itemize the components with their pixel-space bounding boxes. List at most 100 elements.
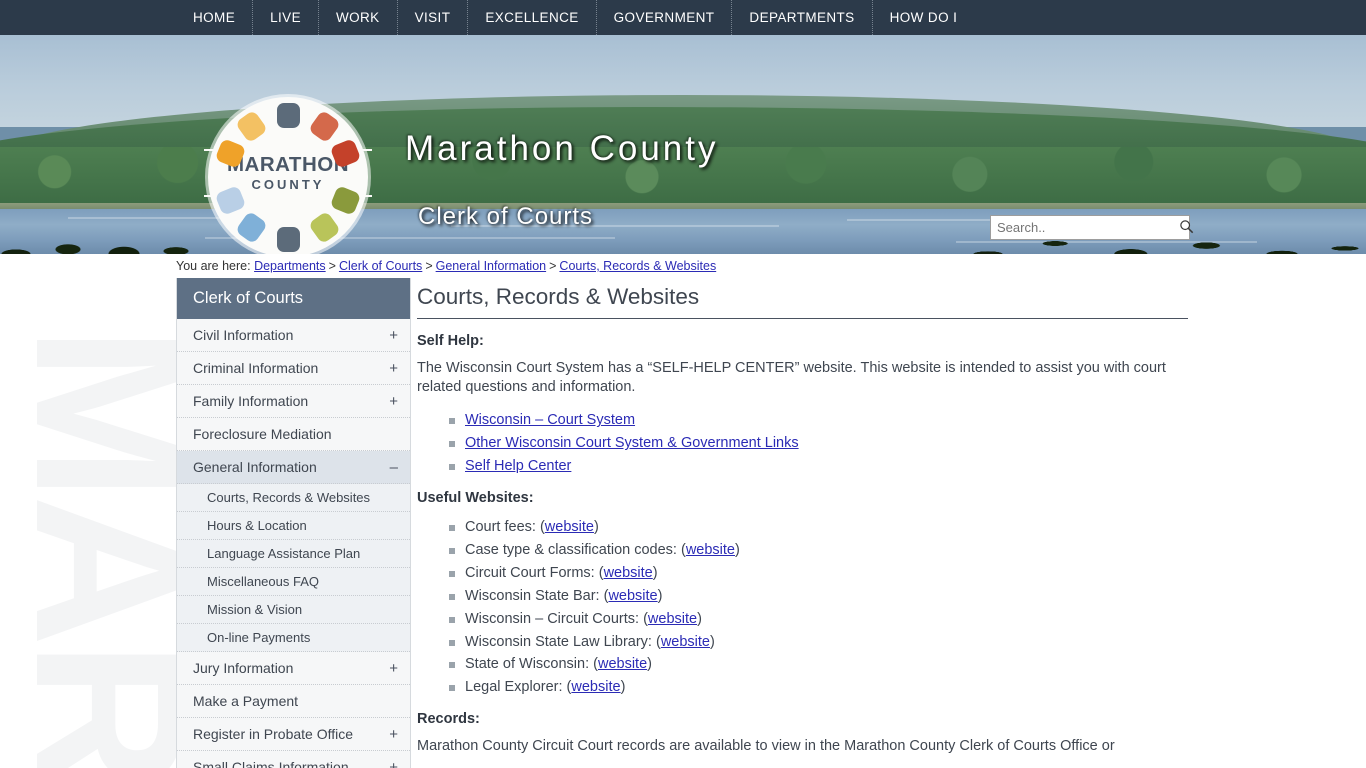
search-input[interactable]: [991, 216, 1179, 239]
list-item: State of Wisconsin: (website): [447, 653, 1192, 676]
logo-pip-5: [307, 210, 342, 245]
list-item: Circuit Court Forms: (website): [447, 562, 1192, 585]
list-item: Wisconsin – Circuit Courts: (website): [447, 608, 1192, 631]
useful-website-link-6[interactable]: website: [661, 634, 710, 650]
sidebar-subitem-on-line-payments[interactable]: On-line Payments: [177, 624, 410, 652]
top-navigation-bar: HOME LIVE WORK VISIT EXCELLENCE GOVERNMENT DEP…: [0, 0, 1366, 35]
sidebar-menu: Civil Information + Criminal Information + F…: [177, 319, 410, 768]
sidebar-item-label: Family Information: [193, 393, 309, 409]
useful-website-link-7[interactable]: website: [598, 656, 647, 672]
nav-item-work[interactable]: WORK: [319, 0, 398, 35]
sidebar-item-civil-information[interactable]: Civil Information +: [177, 319, 410, 352]
list-item: Wisconsin State Bar: (website): [447, 585, 1192, 608]
banner-title: Marathon County: [405, 129, 719, 168]
sidebar-item-criminal-information[interactable]: Criminal Information +: [177, 352, 410, 385]
useful-website-link-1[interactable]: website: [545, 519, 594, 535]
search-icon: [1179, 219, 1194, 237]
breadcrumb-prefix: You are here:: [176, 259, 255, 273]
sidebar-subitem-courts-records-websites[interactable]: Courts, Records & Websites: [177, 484, 410, 512]
useful-websites-list: Court fees: (website) Case type & classif…: [417, 516, 1192, 699]
sidebar-item-jury-information[interactable]: Jury Information +: [177, 652, 410, 685]
useful-website-link-4[interactable]: website: [608, 588, 657, 604]
collapse-icon[interactable]: –: [390, 460, 398, 475]
useful-website-label: Wisconsin State Law Library:: [465, 633, 652, 650]
nav-item-live[interactable]: LIVE: [253, 0, 319, 35]
sidebar-subitem-mission-vision[interactable]: Mission & Vision: [177, 596, 410, 624]
self-help-link-3[interactable]: Self Help Center: [465, 458, 571, 474]
sidebar-item-foreclosure-mediation[interactable]: Foreclosure Mediation: [177, 418, 410, 451]
nav-item-departments[interactable]: DEPARTMENTS: [732, 0, 873, 35]
nav-item-home[interactable]: HOME: [176, 0, 254, 35]
nav-item-visit[interactable]: VISIT: [398, 0, 469, 35]
breadcrumb-link-2[interactable]: Clerk of Courts: [339, 259, 422, 273]
list-item: Court fees: (website): [447, 516, 1192, 539]
banner-foreground-foliage-left: [0, 196, 200, 254]
self-help-link-2[interactable]: Other Wisconsin Court System & Governmen…: [465, 435, 799, 451]
page-title: Courts, Records & Websites: [417, 284, 700, 309]
sidebar-item-label: General Information: [193, 459, 317, 475]
sidebar-item-label: Small Claims Information: [193, 759, 349, 768]
sidebar-item-small-claims-information[interactable]: Small Claims Information +: [177, 751, 410, 768]
useful-website-label: Wisconsin State Bar:: [465, 587, 600, 604]
sidebar-item-label: Register in Probate Office: [193, 726, 354, 742]
useful-website-link-3[interactable]: website: [604, 565, 653, 581]
expand-icon[interactable]: +: [389, 361, 398, 376]
self-help-link-1[interactable]: Wisconsin – Court System: [465, 412, 635, 428]
records-heading: Records:: [417, 711, 480, 728]
sidebar-item-register-in-probate-office[interactable]: Register in Probate Office +: [177, 718, 410, 751]
list-item: Legal Explorer: (website): [447, 676, 1192, 699]
page-body: MAR You are here: Departments > Clerk of C…: [0, 254, 1366, 768]
logo-pip-10: [234, 109, 269, 144]
records-paragraph: Marathon County Circuit Court records ar…: [417, 738, 1115, 755]
expand-icon[interactable]: +: [389, 727, 398, 742]
sidebar-item-family-information[interactable]: Family Information +: [177, 385, 410, 418]
breadcrumb-link-4[interactable]: Courts, Records & Websites: [559, 259, 716, 273]
site-banner: MARATHON COUNTY Marathon County Clerk of…: [0, 35, 1366, 254]
list-item: Wisconsin State Law Library: (website): [447, 631, 1192, 654]
sidebar-item-label: Criminal Information: [193, 360, 319, 376]
sidebar-item-label: Make a Payment: [193, 693, 299, 709]
main-content: Courts, Records & Websites Self Help: Th…: [417, 284, 1192, 768]
nav-item-government[interactable]: GOVERNMENT: [597, 0, 733, 35]
useful-website-label: Circuit Court Forms:: [465, 564, 595, 581]
sidebar-navigation: Clerk of Courts Civil Information + Crimin…: [176, 278, 411, 768]
self-help-link-list: Wisconsin – Court System Other Wisconsin …: [417, 409, 1192, 478]
sidebar-item-label: Civil Information: [193, 327, 294, 343]
logo-pip-1: [276, 102, 300, 128]
sidebar-subitem-miscellaneous-faq[interactable]: Miscellaneous FAQ: [177, 568, 410, 596]
sidebar-subitem-hours-location[interactable]: Hours & Location: [177, 512, 410, 540]
expand-icon[interactable]: +: [389, 760, 398, 768]
sidebar-header: Clerk of Courts: [177, 278, 410, 319]
search-button[interactable]: [1179, 216, 1194, 239]
sidebar-item-make-a-payment[interactable]: Make a Payment: [177, 685, 410, 718]
breadcrumb-separator: >: [328, 259, 336, 273]
useful-website-link-5[interactable]: website: [648, 611, 697, 627]
useful-website-link-2[interactable]: website: [686, 542, 735, 558]
nav-item-excellence[interactable]: EXCELLENCE: [468, 0, 597, 35]
search-box[interactable]: [990, 215, 1194, 240]
banner-subtitle: Clerk of Courts: [418, 203, 594, 230]
breadcrumb-link-1[interactable]: Departments: [254, 259, 326, 273]
logo-pip-2: [307, 109, 342, 144]
list-item: Other Wisconsin Court System & Governmen…: [447, 432, 1192, 455]
useful-website-label: Legal Explorer:: [465, 679, 563, 696]
expand-icon[interactable]: +: [389, 328, 398, 343]
marathon-county-logo[interactable]: MARATHON COUNTY: [204, 97, 372, 254]
list-item: Case type & classification codes: (websi…: [447, 539, 1192, 562]
list-item: Self Help Center: [447, 455, 1192, 478]
sidebar-subitem-language-assistance-plan[interactable]: Language Assistance Plan: [177, 540, 410, 568]
breadcrumb-separator: >: [549, 259, 557, 273]
sidebar-item-general-information[interactable]: General Information –: [177, 451, 410, 484]
useful-website-link-8[interactable]: website: [571, 679, 620, 695]
nav-item-how-do-i[interactable]: HOW DO I: [873, 0, 975, 35]
expand-icon[interactable]: +: [389, 394, 398, 409]
logo-pip-6: [276, 226, 300, 252]
sidebar-item-label: Jury Information: [193, 660, 294, 676]
expand-icon[interactable]: +: [389, 661, 398, 676]
useful-website-label: Wisconsin – Circuit Courts:: [465, 610, 640, 627]
useful-website-label: Court fees:: [465, 518, 536, 535]
self-help-paragraph: The Wisconsin Court System has a “SELF-H…: [417, 360, 1166, 396]
useful-websites-heading: Useful Websites:: [417, 489, 534, 506]
breadcrumb-link-3[interactable]: General Information: [436, 259, 546, 273]
title-divider: [417, 318, 1188, 319]
